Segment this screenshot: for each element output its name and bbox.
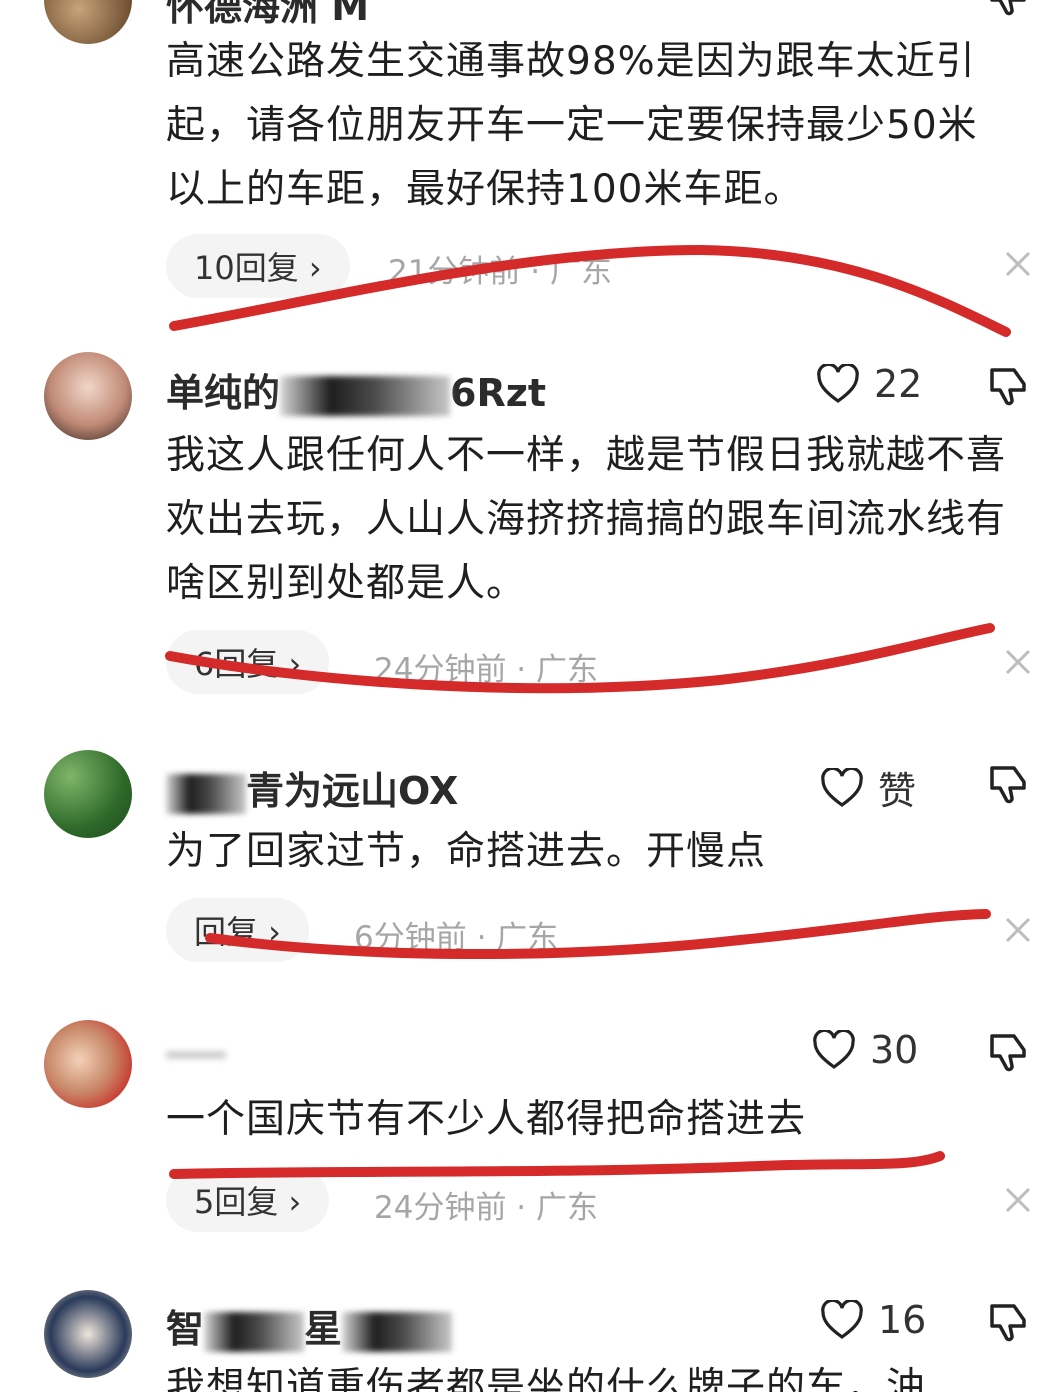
avatar[interactable] bbox=[44, 352, 132, 440]
reply-button[interactable]: 5回复 › bbox=[166, 1168, 330, 1232]
comment-meta: 24分钟前 · 广东 bbox=[374, 652, 599, 688]
heart-icon bbox=[821, 767, 863, 807]
comment-author[interactable] bbox=[166, 1030, 226, 1074]
redaction-blur bbox=[166, 773, 246, 814]
comment-text: 我想知道重伤者都是坐的什么牌子的车，油 bbox=[166, 1365, 927, 1392]
heart-icon bbox=[821, 1300, 863, 1339]
like-count: 30 bbox=[870, 1028, 919, 1072]
author-name-tail: 星 bbox=[304, 1307, 343, 1351]
thumb-down-icon[interactable] bbox=[986, 364, 1030, 412]
avatar[interactable] bbox=[44, 1290, 132, 1378]
heart-icon bbox=[813, 1030, 855, 1069]
author-name-visible: 青为远山OX bbox=[246, 769, 459, 813]
comment-meta: 24分钟前 · 广东 bbox=[374, 1190, 599, 1226]
close-icon[interactable] bbox=[1004, 250, 1032, 282]
comment-author[interactable]: 青为远山OX bbox=[166, 760, 458, 815]
like-button[interactable]: 22 bbox=[816, 362, 922, 406]
comment-meta: 6分钟前 · 广东 bbox=[354, 920, 559, 956]
author-name-visible: 智 bbox=[166, 1307, 205, 1351]
author-name-visible: 单纯的 bbox=[166, 371, 281, 415]
thumb-down-icon[interactable] bbox=[986, 1300, 1030, 1348]
like-button[interactable]: 赞 bbox=[820, 760, 916, 815]
reply-button[interactable]: 6回复 › bbox=[166, 630, 330, 694]
comment-text: 为了回家过节，命搭进去。开慢点 bbox=[166, 829, 767, 874]
avatar[interactable] bbox=[44, 1020, 132, 1108]
comment-author[interactable]: 单纯的 6Rzt bbox=[166, 362, 546, 417]
redaction-blur bbox=[280, 375, 451, 416]
comment-meta: 21分钟前 · 广东 bbox=[388, 254, 613, 290]
close-icon[interactable] bbox=[1004, 916, 1032, 948]
comment-author[interactable]: 智星 bbox=[166, 1298, 453, 1353]
author-name-tail: 6Rzt bbox=[450, 371, 546, 415]
thumb-down-icon[interactable] bbox=[986, 0, 1030, 22]
reply-button[interactable]: 10回复 › bbox=[166, 234, 350, 298]
comment-text: 我这人跟任何人不一样，越是节假日我就越不喜欢出去玩，人山人海挤挤搞搞的跟车间流水… bbox=[166, 433, 1007, 606]
like-count: 22 bbox=[874, 362, 923, 406]
comment-text: 高速公路发生交通事故98%是因为跟车太近引起，请各位朋友开车一定一定要保持最少5… bbox=[166, 39, 978, 212]
like-button[interactable]: 30 bbox=[812, 1028, 918, 1072]
comment-text: 一个国庆节有不少人都得把命搭进去 bbox=[166, 1097, 807, 1142]
thumb-down-icon[interactable] bbox=[986, 1030, 1030, 1078]
redaction-blur bbox=[342, 1311, 453, 1352]
redaction-blur bbox=[166, 1050, 226, 1059]
close-icon[interactable] bbox=[1004, 1186, 1032, 1218]
like-button[interactable]: 16 bbox=[820, 1298, 926, 1342]
avatar[interactable] bbox=[44, 0, 132, 44]
thumb-down-icon[interactable] bbox=[986, 762, 1030, 810]
heart-icon bbox=[817, 364, 859, 403]
annotation-underline bbox=[205, 909, 991, 960]
comment-author[interactable]: 怀德海洲 M bbox=[166, 0, 369, 31]
redaction-blur bbox=[204, 1311, 305, 1352]
like-count: 赞 bbox=[878, 769, 917, 813]
avatar[interactable] bbox=[44, 750, 132, 838]
reply-button[interactable]: 回复 › bbox=[166, 898, 309, 962]
close-icon[interactable] bbox=[1004, 648, 1032, 680]
like-count: 16 bbox=[878, 1298, 927, 1342]
